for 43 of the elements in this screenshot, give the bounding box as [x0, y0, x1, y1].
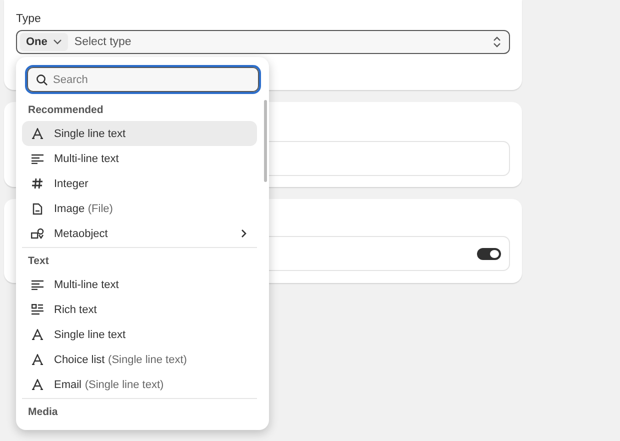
section-heading: Text — [27, 254, 50, 269]
select-placeholder: Select type — [74, 36, 132, 48]
section-heading: Recommended — [27, 103, 104, 118]
menu-item[interactable]: Image (File) — [22, 196, 257, 221]
rich-text-icon — [31, 304, 44, 315]
one-dropdown[interactable]: One — [20, 33, 68, 51]
letter-a-icon — [31, 128, 44, 139]
item-label: Rich text — [54, 304, 98, 316]
item-label: Single line text — [54, 328, 127, 340]
item-label: Image (File) — [54, 202, 114, 214]
blocks-icon — [31, 228, 44, 239]
item-label: Multi-line text — [54, 152, 120, 164]
type-label: Type — [16, 12, 42, 26]
file-icon — [31, 202, 44, 214]
menu-item[interactable]: Single line text — [22, 322, 257, 347]
search-icon — [36, 74, 48, 86]
text-lines-icon — [31, 154, 44, 164]
hash-icon — [31, 178, 44, 189]
menu-item[interactable]: Integer — [22, 171, 257, 196]
letter-a-icon — [31, 354, 44, 365]
letter-a-icon — [31, 329, 44, 340]
menu-item[interactable]: Rich text — [22, 297, 257, 322]
menu-item[interactable]: Multi-line text — [22, 272, 257, 297]
item-label: Single line text — [54, 128, 127, 140]
item-label: Multi-line text — [54, 278, 120, 290]
scrollbar[interactable] — [264, 100, 267, 182]
text-lines-icon — [31, 280, 44, 290]
menu-item[interactable]: Multi-line text — [22, 146, 257, 171]
menu-item[interactable]: Email (Single line text) — [22, 372, 257, 397]
item-label: Choice list (Single line text) — [54, 354, 188, 366]
chevron-down-icon — [53, 39, 62, 45]
menu-item[interactable]: Choice list (Single line text) — [22, 347, 257, 372]
item-label: Integer — [54, 178, 90, 190]
updown-chevron-icon — [493, 36, 501, 48]
menu-item[interactable]: Metaobject — [22, 221, 257, 246]
type-select[interactable]: One Select type — [16, 30, 510, 54]
item-label: Email (Single line text) — [54, 378, 165, 390]
item-label: Metaobject — [54, 228, 109, 240]
toggle-switch[interactable] — [477, 248, 501, 260]
menu-item[interactable]: Single line text — [22, 121, 257, 146]
search-field[interactable]: Search — [27, 67, 259, 92]
section-heading: Media — [27, 405, 59, 420]
letter-a-icon — [31, 379, 44, 390]
